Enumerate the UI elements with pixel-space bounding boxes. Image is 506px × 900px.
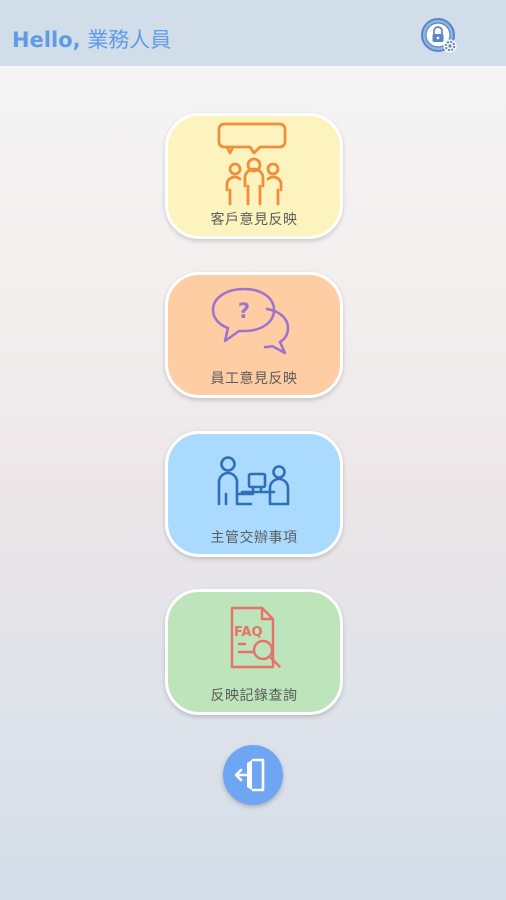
meeting-desk-icon xyxy=(217,456,290,506)
user-name: 業務人員 xyxy=(87,28,172,52)
tile-label: 主管交辦事項 xyxy=(210,530,298,546)
icon-holder: FAQ xyxy=(168,592,340,684)
logout-button[interactable] xyxy=(223,745,283,805)
settings-button[interactable] xyxy=(419,16,461,58)
lock-gear-icon xyxy=(421,18,457,53)
app-header: Hello, 業務人員 xyxy=(0,0,506,66)
employee-feedback-tile[interactable]: ? 員工意見反映 xyxy=(165,272,343,398)
customers-chat-icon xyxy=(217,122,287,206)
customer-feedback-tile[interactable]: 客戶意見反映 xyxy=(165,113,343,239)
svg-text:?: ? xyxy=(238,299,250,323)
record-query-tile[interactable]: FAQ 反映記錄查詢 xyxy=(165,589,343,715)
logout-door-icon xyxy=(234,758,265,792)
tile-label: 客戶意見反映 xyxy=(210,212,298,228)
tile-label: 反映記錄查詢 xyxy=(210,688,298,704)
icon-holder: ? xyxy=(168,275,340,367)
question-chat-bubbles-icon: ? xyxy=(211,287,290,355)
greeting: Hello, 業務人員 xyxy=(12,24,171,54)
icon-holder xyxy=(168,434,340,526)
manager-tasks-tile[interactable]: 主管交辦事項 xyxy=(165,431,343,557)
greeting-hello: Hello, xyxy=(12,28,81,52)
tile-label: 員工意見反映 xyxy=(210,371,298,387)
svg-text:FAQ: FAQ xyxy=(234,625,263,640)
faq-search-icon: FAQ xyxy=(230,606,281,669)
icon-holder xyxy=(168,116,340,208)
